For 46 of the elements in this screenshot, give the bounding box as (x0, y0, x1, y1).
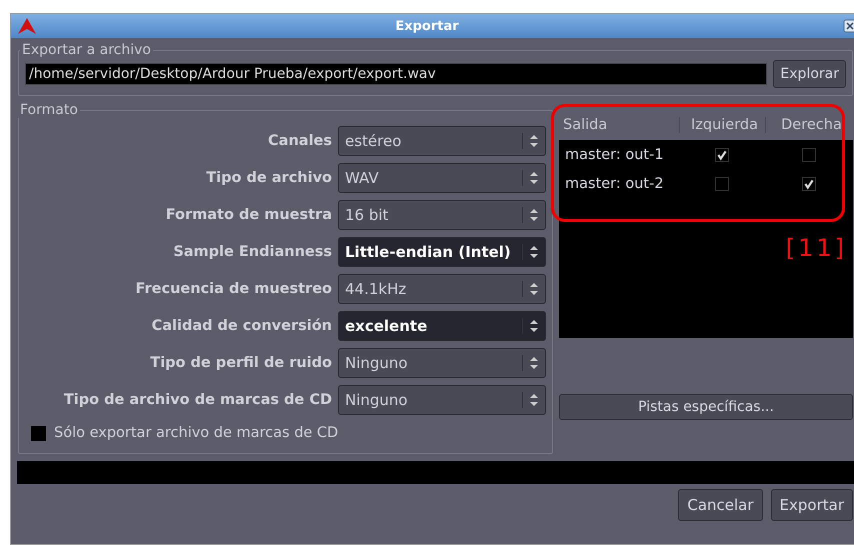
up-down-arrows-icon (522, 207, 539, 223)
field-label: Tipo de archivo de marcas de CD (64, 392, 332, 408)
up-down-arrows-icon (522, 244, 539, 260)
triangle-logo-icon (17, 17, 37, 35)
checkbox-label: Sólo exportar archivo de marcas de CD (54, 425, 338, 441)
annotation-label: [11] (786, 234, 847, 262)
up-down-arrows-icon (522, 133, 539, 149)
dialog-button[interactable]: Cancelar (678, 489, 763, 521)
dropdown[interactable]: WAV (338, 163, 546, 193)
up-down-arrows-icon (522, 281, 539, 297)
dropdown[interactable]: Little-endian (Intel) (338, 237, 546, 267)
field-label: Sample Endianness (172, 244, 332, 260)
window-title: Exportar (395, 18, 459, 34)
checkbox[interactable] (802, 176, 816, 190)
up-down-arrows-icon (522, 355, 539, 371)
field-label: Frecuencia de muestreo (134, 281, 332, 297)
table-cell-text: master: out-1 (564, 146, 665, 162)
checkbox[interactable] (31, 426, 46, 440)
column-header[interactable]: Derecha (765, 117, 853, 133)
checkbox[interactable] (715, 176, 729, 190)
column-header[interactable]: Salida (559, 117, 679, 133)
column-header[interactable]: Izquierda (679, 117, 765, 133)
field-label: Canales (267, 133, 332, 149)
path-field[interactable]: /home/servidor/Desktop/Ardour Prueba/export/export.wav (25, 63, 768, 85)
field-label: Tipo de archivo (205, 170, 332, 186)
dropdown[interactable]: 16 bit (338, 200, 546, 230)
checkbox[interactable] (802, 148, 816, 162)
table-cell-text: master: out-2 (564, 176, 665, 192)
dropdown[interactable]: Ninguno (338, 385, 546, 415)
field-label: Tipo de perfil de ruido (149, 355, 332, 371)
dropdown[interactable]: Ninguno (338, 348, 546, 378)
field-label: Formato de muestra (164, 207, 332, 223)
up-down-arrows-icon (522, 318, 539, 334)
up-down-arrows-icon (522, 170, 539, 186)
dialog-button[interactable]: Exportar (770, 489, 853, 521)
close-icon[interactable] (843, 19, 854, 33)
checkbox[interactable] (715, 148, 729, 162)
dropdown[interactable]: estéreo (338, 126, 546, 156)
field-label: Calidad de conversión (150, 318, 332, 334)
dropdown[interactable]: excelente (338, 311, 546, 341)
frame-title: Formato (19, 102, 79, 118)
dropdown[interactable]: 44.1kHz (338, 274, 546, 304)
frame-title: Exportar a archivo (21, 42, 152, 58)
browse-button[interactable]: Explorar (773, 60, 846, 88)
up-down-arrows-icon (522, 392, 539, 408)
specific-tracks-button[interactable]: Pistas específicas... (559, 394, 853, 420)
